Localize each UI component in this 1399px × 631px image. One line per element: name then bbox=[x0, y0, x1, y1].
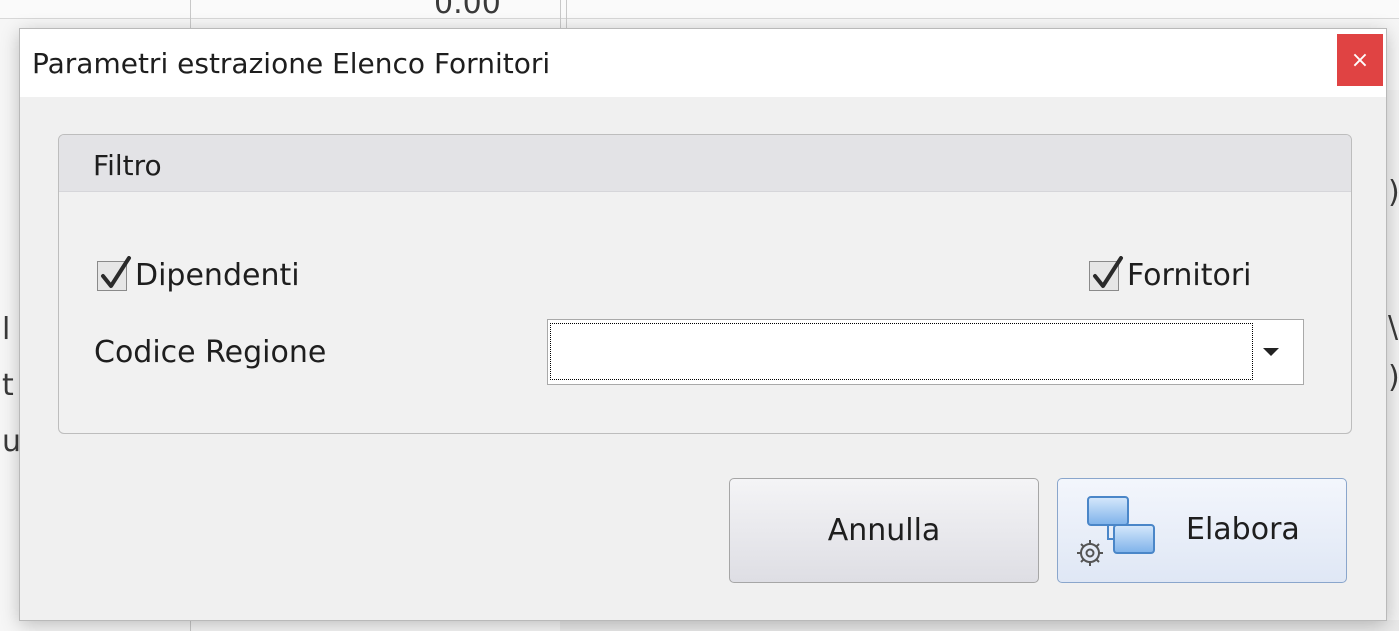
focus-rectangle bbox=[550, 323, 1253, 380]
background-cell: ) bbox=[1388, 175, 1399, 210]
background-cell: l bbox=[2, 312, 11, 347]
background-cell: \ bbox=[1388, 310, 1399, 345]
annulla-button-label: Annulla bbox=[827, 513, 941, 548]
dipendenti-label: Dipendenti bbox=[135, 258, 300, 293]
background-header-row bbox=[0, 0, 1399, 19]
process-gear-icon bbox=[1077, 496, 1155, 566]
codice-regione-dropdown[interactable] bbox=[547, 319, 1304, 385]
dipendenti-checkbox[interactable] bbox=[97, 255, 131, 291]
dialog-titlebar: Parametri estrazione Elenco Fornitori × bbox=[20, 29, 1386, 97]
codice-regione-label: Codice Regione bbox=[94, 335, 327, 370]
fornitori-label: Fornitori bbox=[1127, 258, 1252, 293]
background-cell: u bbox=[2, 424, 22, 459]
dialog-parametri-estrazione: Parametri estrazione Elenco Fornitori × … bbox=[20, 29, 1386, 620]
elabora-button-label: Elabora bbox=[1186, 512, 1300, 547]
close-icon: × bbox=[1350, 47, 1370, 73]
background-cell: 0.00 bbox=[434, 0, 501, 21]
fornitori-checkbox[interactable] bbox=[1089, 255, 1123, 291]
filter-group-header: Filtro bbox=[59, 135, 1351, 192]
dipendenti-checkbox-row[interactable]: Dipendenti bbox=[97, 255, 300, 293]
close-button[interactable]: × bbox=[1337, 34, 1383, 86]
checkmark-icon bbox=[1093, 255, 1123, 288]
filter-group-title: Filtro bbox=[93, 149, 162, 182]
fornitori-checkbox-row[interactable]: Fornitori bbox=[1089, 255, 1252, 293]
background-cell: ) bbox=[1388, 360, 1399, 395]
elabora-button[interactable]: Elabora bbox=[1057, 478, 1347, 583]
annulla-button[interactable]: Annulla bbox=[729, 478, 1039, 583]
background-cell: t bbox=[2, 368, 14, 403]
chevron-down-icon[interactable] bbox=[1263, 348, 1279, 356]
background-bottom-row bbox=[560, 620, 1399, 631]
dialog-title: Parametri estrazione Elenco Fornitori bbox=[32, 47, 551, 80]
checkmark-icon bbox=[101, 255, 131, 288]
